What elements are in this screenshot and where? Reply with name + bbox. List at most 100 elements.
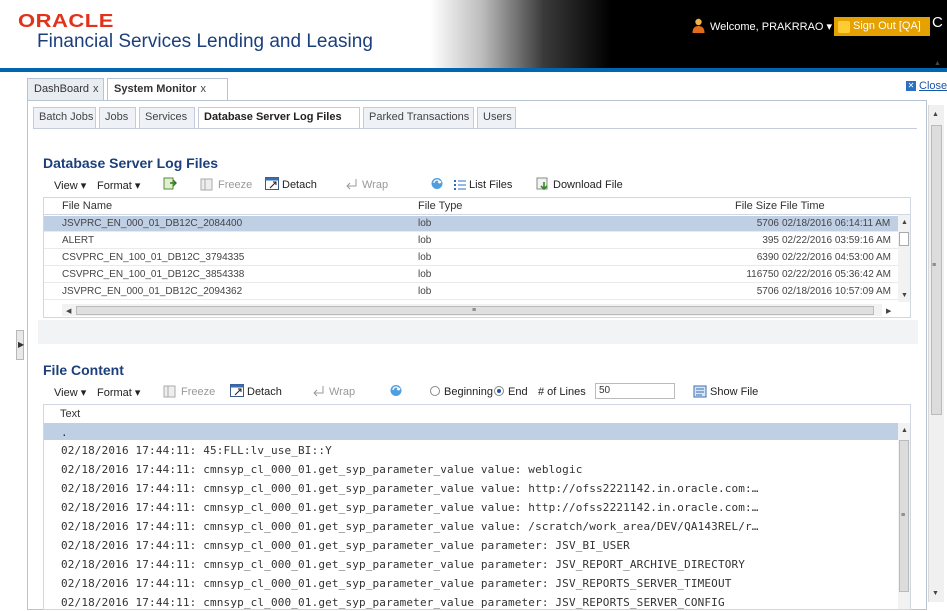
table-row[interactable]: JSVPRC_EN_000_01_DB12C_2084400 lob 5706 … — [44, 216, 898, 232]
detach-button[interactable]: Detach — [247, 386, 282, 398]
tab-services[interactable]: Services — [139, 107, 195, 128]
download-file-button[interactable]: Download File — [553, 179, 623, 191]
cell-file-size: 395 — [762, 235, 779, 246]
welcome-menu[interactable]: Welcome, PRAKRRAO ▾ — [710, 20, 832, 33]
freeze-button[interactable]: Freeze — [218, 179, 252, 191]
tab-parked-transactions[interactable]: Parked Transactions — [363, 107, 474, 128]
log-line[interactable]: 02/18/2016 17:44:11: cmnsyp_cl_000_01.ge… — [61, 463, 583, 476]
wrap-icon[interactable] — [345, 178, 359, 191]
cell-file-type: lob — [418, 252, 432, 263]
tab-database-server-log-files[interactable]: Database Server Log Files — [198, 107, 360, 129]
tab-label: System Monitor — [114, 83, 197, 95]
list-icon[interactable] — [453, 178, 467, 191]
log-line[interactable]: 02/18/2016 17:44:11: cmnsyp_cl_000_01.ge… — [61, 520, 759, 533]
end-radio[interactable] — [494, 386, 504, 396]
tab-system-monitor[interactable]: System Monitor x — [107, 78, 228, 101]
selected-row[interactable] — [44, 423, 898, 440]
table-scroll-right-icon[interactable]: ▶ — [886, 307, 891, 315]
outer-scroll-up-icon[interactable]: ▲ — [934, 60, 941, 67]
table-row[interactable]: ALERT lob 395 02/22/2016 03:59:16 AM — [44, 233, 898, 249]
format-menu[interactable]: Format ▾ — [97, 179, 140, 192]
close-icon[interactable]: ✕ — [906, 81, 916, 91]
chevron-right-icon: ▶ — [18, 340, 25, 349]
column-header-file-time[interactable]: File Time — [780, 200, 825, 212]
tab-dashboard[interactable]: DashBoard x — [27, 78, 104, 100]
log-line[interactable]: 02/18/2016 17:44:11: cmnsyp_cl_000_01.ge… — [61, 558, 745, 571]
table-scroll-up-icon[interactable]: ▲ — [901, 219, 908, 226]
user-icon — [692, 18, 705, 33]
freeze-icon[interactable] — [200, 178, 214, 191]
view-menu[interactable]: View ▾ — [54, 179, 86, 192]
cell-file-size: 5706 — [756, 286, 779, 297]
log-line[interactable]: 02/18/2016 17:44:11: cmnsyp_cl_000_01.ge… — [61, 501, 759, 514]
scroll-down-icon[interactable]: ▼ — [932, 590, 939, 597]
log-line[interactable]: 02/18/2016 17:44:11: cmnsyp_cl_000_01.ge… — [61, 539, 630, 552]
column-header-text[interactable]: Text — [60, 408, 80, 420]
sidebar-toggle[interactable]: ▶ — [16, 330, 24, 360]
freeze-icon[interactable] — [163, 385, 177, 398]
log-line[interactable]: 02/18/2016 17:44:11: cmnsyp_cl_000_01.ge… — [61, 596, 725, 609]
scroll-up-icon[interactable]: ▲ — [932, 111, 939, 118]
wrap-icon[interactable] — [312, 385, 326, 398]
table-row[interactable]: CSVPRC_EN_100_01_DB12C_3794335 lob 6390 … — [44, 250, 898, 266]
sign-out-label[interactable]: Sign Out [QA] — [853, 20, 921, 32]
wrap-button[interactable]: Wrap — [362, 179, 388, 191]
end-label[interactable]: End — [508, 386, 528, 398]
close-tab-icon[interactable]: x — [93, 83, 99, 95]
log-line[interactable]: 02/18/2016 17:44:11: 45:FLL:lv_use_BI::Y — [61, 444, 332, 457]
app-title: Financial Services Lending and Leasing — [37, 31, 373, 52]
table-scroll-left-icon[interactable]: ◀ — [66, 307, 71, 315]
page-scrollbar-thumb[interactable] — [931, 125, 942, 415]
beginning-label[interactable]: Beginning — [444, 386, 493, 398]
grip-icon: ≡ — [472, 307, 477, 314]
format-menu[interactable]: Format ▾ — [97, 386, 140, 399]
refresh-icon[interactable] — [430, 177, 444, 190]
close-link[interactable]: Close — [919, 80, 947, 92]
file-content-title: File Content — [43, 362, 124, 378]
download-icon[interactable] — [536, 177, 550, 190]
section-separator — [38, 320, 918, 344]
oracle-logo: ORACLE — [18, 10, 114, 32]
detach-button[interactable]: Detach — [282, 179, 317, 191]
column-header-file-type[interactable]: File Type — [418, 200, 462, 212]
tab-users[interactable]: Users — [477, 107, 516, 128]
cell-file-size: 6390 — [756, 252, 779, 263]
cell-file-time: 02/22/2016 04:53:00 AM — [782, 252, 891, 263]
table-row[interactable]: CSVPRC_EN_100_01_DB12C_3854338 lob 11675… — [44, 267, 898, 283]
cell-file-type: lob — [418, 269, 432, 280]
view-menu[interactable]: View ▾ — [54, 386, 86, 399]
freeze-button[interactable]: Freeze — [181, 386, 215, 398]
table-vertical-scrollbar[interactable] — [898, 215, 910, 302]
detach-icon[interactable] — [230, 384, 244, 397]
tab-jobs[interactable]: Jobs — [99, 107, 136, 128]
export-icon[interactable] — [163, 177, 177, 190]
column-header-file-name[interactable]: File Name — [62, 200, 112, 212]
detach-icon[interactable] — [265, 177, 279, 190]
log-line[interactable]: 02/18/2016 17:44:11: cmnsyp_cl_000_01.ge… — [61, 577, 731, 590]
table-scroll-thumb[interactable] — [899, 232, 909, 246]
wrap-button[interactable]: Wrap — [329, 386, 355, 398]
lines-input[interactable]: 50 — [595, 383, 675, 399]
table-row[interactable]: JSVPRC_EN_000_01_DB12C_2094362 lob 5706 … — [44, 284, 898, 300]
cell-file-type: lob — [418, 286, 432, 297]
log-line[interactable]: 02/18/2016 17:44:11: cmnsyp_cl_000_01.ge… — [61, 482, 759, 495]
cell-file-name: JSVPRC_EN_000_01_DB12C_2094362 — [62, 286, 243, 297]
cell-file-name: CSVPRC_EN_100_01_DB12C_3794335 — [62, 252, 245, 263]
show-file-button[interactable]: Show File — [710, 386, 758, 398]
tab-batch-jobs[interactable]: Batch Jobs — [33, 107, 96, 128]
column-header-file-size[interactable]: File Size — [735, 200, 777, 212]
cell-file-size: 5706 — [756, 218, 779, 229]
lines-label: # of Lines — [538, 386, 586, 398]
beginning-radio[interactable] — [430, 386, 440, 396]
table-scroll-down-icon[interactable]: ▼ — [901, 292, 908, 299]
cell-file-time: 02/22/2016 03:59:16 AM — [782, 235, 891, 246]
refresh-icon[interactable] — [389, 384, 403, 397]
show-file-icon[interactable] — [693, 385, 707, 398]
cell-file-time: 02/22/2016 05:36:42 AM — [782, 269, 891, 280]
help-icon[interactable]: C — [932, 14, 943, 31]
list-files-button[interactable]: List Files — [469, 179, 512, 191]
cell-file-name: JSVPRC_EN_000_01_DB12C_2084400 — [62, 218, 243, 229]
close-tab-icon[interactable]: x — [201, 83, 207, 95]
text-scroll-up-icon[interactable]: ▲ — [901, 427, 908, 434]
log-line[interactable]: . — [61, 426, 68, 439]
